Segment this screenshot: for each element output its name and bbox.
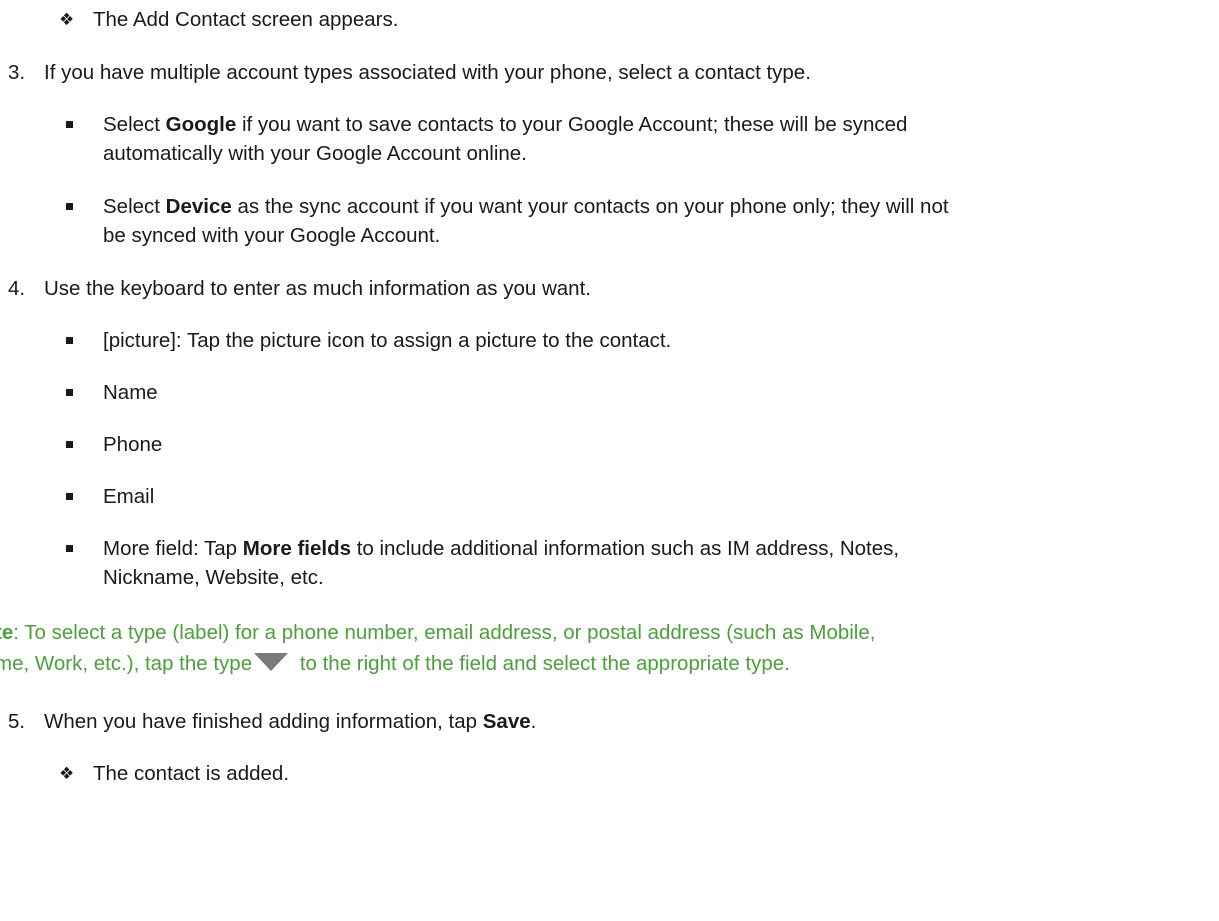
google-option: Select Google if you want to save contac… bbox=[103, 113, 908, 136]
step-5-text: When you have finished adding informatio… bbox=[44, 710, 537, 733]
google-option-line2: automatically with your Google Account o… bbox=[103, 142, 527, 165]
step-4-text: Use the keyboard to enter as much inform… bbox=[44, 277, 591, 300]
diamond-bullet-icon: ❖ bbox=[59, 764, 75, 784]
square-bullet-icon bbox=[66, 203, 73, 210]
note-label: te bbox=[0, 621, 14, 644]
square-bullet-icon bbox=[66, 441, 73, 448]
save-label: Save bbox=[482, 710, 531, 733]
square-bullet-icon bbox=[66, 337, 73, 344]
field-name: Name bbox=[103, 381, 158, 404]
device-label: Device bbox=[165, 195, 232, 218]
step-3-text: If you have multiple account types assoc… bbox=[44, 61, 811, 84]
field-email: Email bbox=[103, 485, 155, 508]
step-4-number: 4. bbox=[8, 277, 26, 300]
step-5-number: 5. bbox=[8, 710, 26, 733]
dropdown-triangle-icon bbox=[254, 652, 289, 671]
square-bullet-icon bbox=[66, 389, 73, 396]
square-bullet-icon bbox=[66, 545, 73, 552]
google-label: Google bbox=[165, 113, 237, 136]
field-more: More field: Tap More fields to include a… bbox=[103, 537, 900, 560]
more-fields-label: More fields bbox=[242, 537, 351, 560]
field-phone: Phone bbox=[103, 433, 163, 456]
device-option: Select Device as the sync account if you… bbox=[103, 195, 949, 218]
square-bullet-icon bbox=[66, 493, 73, 500]
note-line2: me, Work, etc.), tap the type to the rig… bbox=[0, 652, 790, 675]
field-picture: [picture]: Tap the picture icon to assig… bbox=[103, 329, 672, 352]
note-line1: te: To select a type (label) for a phone… bbox=[0, 620, 875, 646]
field-more-line2: Nickname, Website, etc. bbox=[103, 566, 324, 589]
diamond-bullet-icon: ❖ bbox=[59, 10, 75, 30]
square-bullet-icon bbox=[66, 121, 73, 128]
result-contact-added: The contact is added. bbox=[93, 762, 290, 785]
result-add-contact-appears: The Add Contact screen appears. bbox=[93, 8, 399, 31]
step-3-number: 3. bbox=[8, 61, 26, 84]
device-option-line2: be synced with your Google Account. bbox=[103, 224, 441, 247]
